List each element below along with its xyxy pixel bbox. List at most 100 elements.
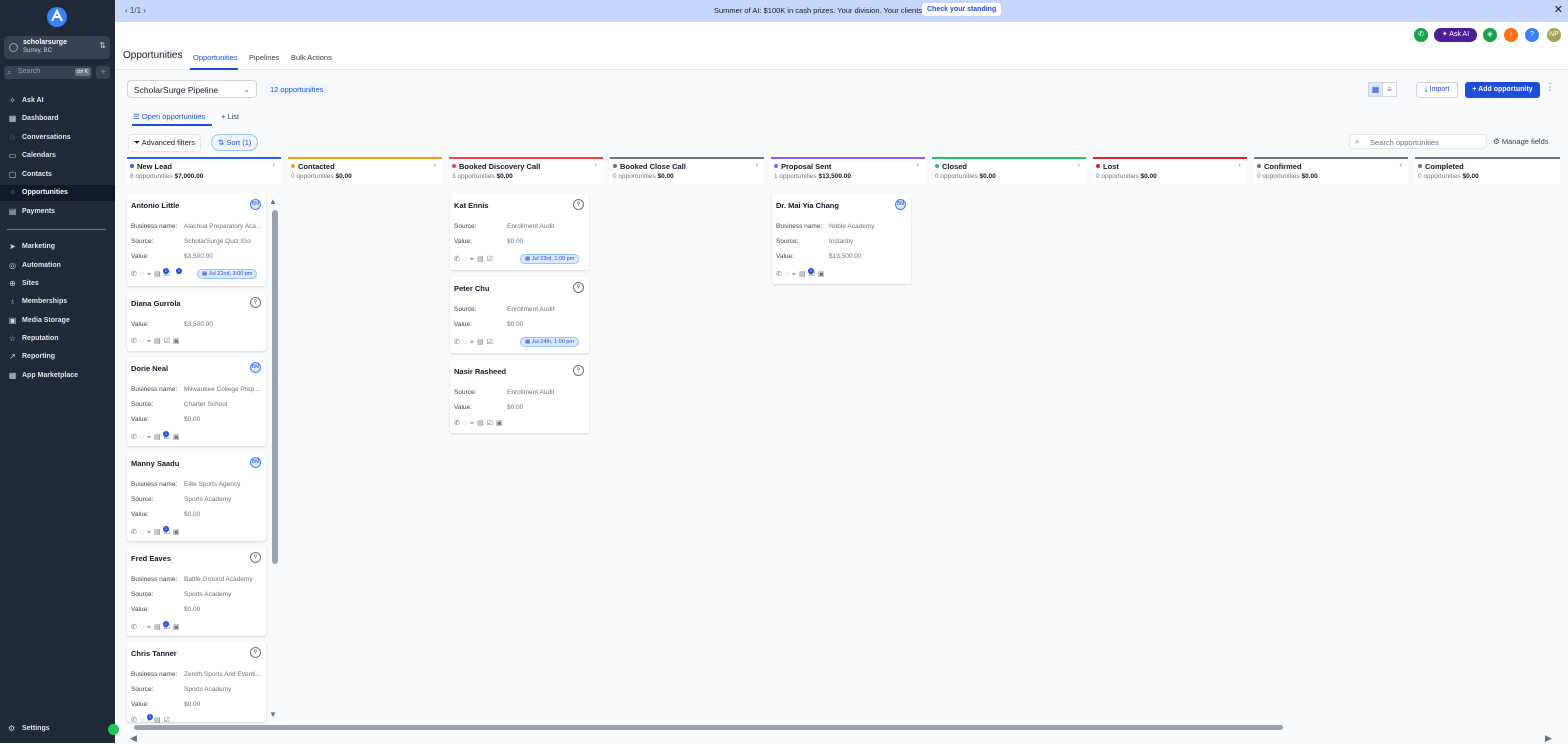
collapse-icon[interactable]: ‹ [1239,162,1241,169]
sidebar-item-sites[interactable]: ⊕ Sites [0,276,115,292]
more-options-icon[interactable]: ⋮ [1545,82,1555,93]
sidebar-item-marketing[interactable]: ➤ Marketing [0,239,115,255]
banner-pager[interactable]: ‹ 1/1 › [125,6,146,15]
card-actions[interactable]: ✆◌⌖▤☑▣ [776,270,827,279]
opportunity-card[interactable]: Manny Saadu BM Business name: Elite Sport… [127,452,266,541]
field-value: $0.00 [507,321,524,328]
tab-opportunities[interactable]: Opportunities [193,53,238,62]
opportunity-card[interactable]: Peter Chu ⚲ Source: Enrollment Audit Valu… [450,277,589,353]
account-switcher[interactable]: scholarsurge Surrey, BC ⇅ [4,36,110,59]
check-standing-button[interactable]: Check your standing [922,3,1002,16]
user-icon[interactable]: ⚲ [250,647,261,658]
manage-fields-button[interactable]: ⚙ Manage fields [1493,137,1549,146]
sidebar-item-payments[interactable]: ▤ Payments [0,204,115,220]
stage-count-text: 0 opportunities [613,173,656,180]
pipeline-select[interactable]: ScholarSurge Pipeline ⌄ [127,80,257,98]
sidebar-item-reporting[interactable]: ↗ Reporting [0,349,115,365]
scroll-right-arrow[interactable]: ▶ [1545,733,1552,744]
phone-icon[interactable]: ✆ [1414,28,1428,42]
sidebar-item-calendars[interactable]: ▭ Calendars [0,148,115,164]
avatar[interactable]: BM [250,457,261,468]
avatar[interactable]: BM [250,199,261,210]
board-view-button[interactable]: ▦ [1368,82,1383,97]
user-icon[interactable]: ⚲ [573,365,584,376]
user-icon[interactable]: ⚲ [573,199,584,210]
import-label: Import [1429,86,1450,93]
scroll-down-arrow[interactable]: ▼ [269,710,277,719]
field-label: Source: [131,401,154,408]
sidebar-search[interactable]: ⌕ Search ctrl K [4,66,92,79]
sort-button[interactable]: ⇅ Sort (1) [211,134,259,151]
user-icon[interactable]: ⚲ [250,297,261,308]
advanced-filters-button[interactable]: ⏷ Advanced filters [128,134,202,152]
collapse-icon[interactable]: ‹ [917,162,919,169]
appointment-date: Jul 24th, 1:00 pm [531,339,574,345]
avatar[interactable]: NP [1547,28,1561,42]
sidebar-item-media-storage[interactable]: ▣ Media Storage [0,313,115,329]
tab-pipelines[interactable]: Pipelines [249,53,279,62]
card-actions[interactable]: ✆◌⌖▤☑▣ [131,528,182,537]
opportunity-card[interactable]: Fred Eaves ⚲ Business name: Battle Ground… [127,547,266,636]
collapse-icon[interactable]: ‹ [595,162,597,169]
horizontal-scrollbar[interactable] [134,725,1283,730]
status-dot[interactable] [108,724,119,735]
collapse-icon[interactable]: ‹ [434,162,436,169]
sidebar-item-automation[interactable]: ◎ Automation [0,258,115,274]
user-icon[interactable]: ⚲ [250,552,261,563]
card-actions[interactable]: ✆◌⌖▤☑ [454,338,496,347]
opportunity-card[interactable]: Antonio Little BM Business name: Alachua … [127,194,266,286]
close-icon[interactable]: ✕ [1554,3,1563,16]
sidebar-item-dashboard[interactable]: ▦ Dashboard [0,111,115,127]
card-actions[interactable]: ✆◌⌖▤☑▣ [454,419,505,428]
opportunity-card[interactable]: Chris Tanner ⚲ Business name: Zenith Spor… [127,642,266,724]
sidebar-item-contacts[interactable]: ▢ Contacts [0,167,115,183]
sidebar-item-ask-ai[interactable]: ✧ Ask AI [0,93,115,109]
stage-name: Completed [1425,162,1464,171]
quick-add-button[interactable]: + [96,66,110,79]
sidebar-item-reputation[interactable]: ☆ Reputation [0,331,115,347]
opportunity-card[interactable]: Kat Ennis ⚲ Source: Enrollment Audit Valu… [450,194,589,270]
sidebar-item-memberships[interactable]: ♁ Memberships [0,294,115,310]
count-badge: 2 [163,268,169,274]
list-view-button[interactable]: ≡ [1382,82,1397,97]
card-actions[interactable]: ✆◌⌖▤☑▣ [131,337,182,346]
opportunity-card[interactable]: Dorie Neal BM Business name: Milwaukee Co… [127,357,266,446]
collapse-icon[interactable]: ‹ [1078,162,1080,169]
collapse-icon[interactable]: ‹ [756,162,758,169]
scroll-up-arrow[interactable]: ▲ [269,197,277,206]
collapse-icon[interactable]: ‹ [1400,162,1402,169]
card-actions[interactable]: ✆◌⌖▤☑ [454,255,496,264]
search-opportunities-input[interactable]: ⌕ Search opportunities [1349,134,1487,149]
avatar[interactable]: BM [250,362,261,373]
bell-icon[interactable]: ♪ [1504,28,1518,42]
sidebar-item-conversations[interactable]: ◌ Conversations [0,130,115,146]
tab-add-list[interactable]: + List [221,112,239,121]
import-button[interactable]: ⤓ Import [1416,82,1458,98]
sidebar-item-opportunities[interactable]: ⁘ Opportunities [0,185,115,201]
vertical-scrollbar[interactable] [272,210,278,564]
opportunity-card[interactable]: Diana Gurrola ⚲ Value: $3,500.00 ✆◌⌖▤☑▣ [127,292,266,351]
app-logo[interactable] [46,6,68,28]
tab-bulk-actions[interactable]: Bulk Actions [291,53,332,62]
appointment-badge[interactable]: ▦ Jul 22nd, 3:00 pm [197,269,258,279]
tab-open-opportunities[interactable]: ☰ Open opportunities [133,112,205,121]
appointment-badge[interactable]: ▦ Jul 23rd, 1:00 pm [520,254,580,264]
help-icon[interactable]: ? [1525,28,1539,42]
scroll-left-arrow[interactable]: ◀ [130,733,137,744]
add-opportunity-button[interactable]: + Add opportunity [1465,82,1540,98]
opportunity-card[interactable]: Dr. Mai Yia Chang BM Business name: Noble… [772,194,911,284]
appointment-badge[interactable]: ▦ Jul 24th, 1:00 pm [520,337,579,347]
collapse-icon[interactable]: ‹ [273,162,275,169]
sidebar-item-settings[interactable]: ⚙ Settings [0,721,115,737]
sidebar-item-app-marketplace[interactable]: ▦ App Marketplace [0,368,115,384]
stage-count-text: 0 opportunities [291,173,334,180]
megaphone-icon[interactable]: ◈ [1483,28,1497,42]
user-icon[interactable]: ⚲ [573,282,584,293]
card-actions[interactable]: ✆◌⌖▤☑▣ [131,433,182,442]
card-actions[interactable]: ✆◌⌖▤☑▣ [131,623,182,632]
card-name: Nasir Rasheed [454,367,507,376]
avatar[interactable]: BM [895,199,906,210]
count-badge: 1 [163,621,169,627]
opportunity-card[interactable]: Nasir Rasheed ⚲ Source: Enrollment Audit … [450,360,589,433]
ask-ai-button[interactable]: ✦ Ask AI [1434,28,1477,42]
